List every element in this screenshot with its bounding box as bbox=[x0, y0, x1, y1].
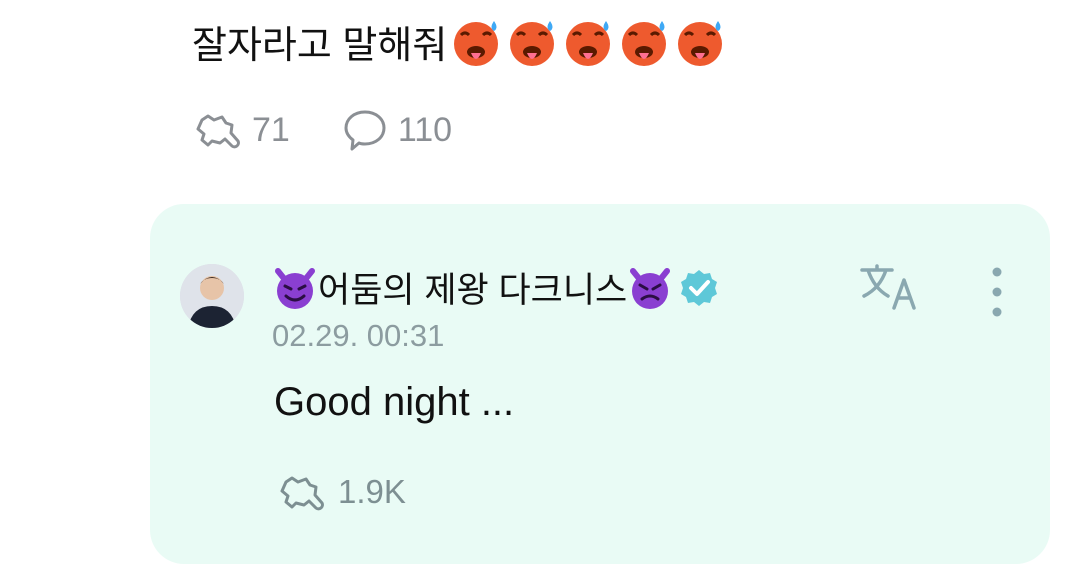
avatar-image bbox=[180, 264, 244, 328]
post-text: 잘자라고 말해줘 bbox=[192, 25, 448, 67]
comment-like-button[interactable]: 1.9K bbox=[276, 468, 406, 516]
verified-badge-icon bbox=[681, 269, 718, 306]
author-row: 어둠의 제왕 다크니스 bbox=[272, 262, 719, 313]
emoji-group bbox=[449, 15, 729, 69]
hot-face-emoji bbox=[454, 20, 499, 66]
comment-card: 어둠의 제왕 다크니스 02.29. 00:31 Good night ... … bbox=[150, 204, 1050, 564]
avatar[interactable] bbox=[180, 264, 244, 328]
speech-bubble-icon bbox=[344, 110, 386, 151]
translate-icon bbox=[860, 264, 916, 310]
post-actions: 71 110 bbox=[192, 106, 452, 154]
post-text-row: 잘자라고 말해줘 bbox=[192, 14, 729, 69]
more-options-button[interactable] bbox=[982, 264, 1012, 320]
smiling-devil-emoji bbox=[275, 267, 315, 309]
clap-icon bbox=[196, 114, 240, 149]
hot-face-emoji bbox=[678, 20, 723, 66]
like-button[interactable]: 71 bbox=[192, 106, 290, 154]
comment-button[interactable]: 110 bbox=[340, 106, 452, 154]
comment-body: Good night ... bbox=[274, 380, 515, 424]
hot-face-emoji bbox=[566, 20, 611, 66]
like-count: 71 bbox=[252, 110, 290, 149]
translate-button[interactable] bbox=[858, 262, 922, 314]
more-vertical-icon bbox=[992, 267, 1002, 317]
comment-timestamp: 02.29. 00:31 bbox=[272, 318, 445, 353]
angry-devil-emoji bbox=[630, 267, 671, 309]
comment-like-count: 1.9K bbox=[338, 473, 406, 510]
hot-face-emoji bbox=[622, 20, 667, 66]
comment-count: 110 bbox=[397, 110, 453, 149]
hot-face-emoji bbox=[510, 20, 555, 66]
author-name[interactable]: 어둠의 제왕 다크니스 bbox=[318, 262, 627, 313]
clap-icon bbox=[280, 476, 324, 511]
